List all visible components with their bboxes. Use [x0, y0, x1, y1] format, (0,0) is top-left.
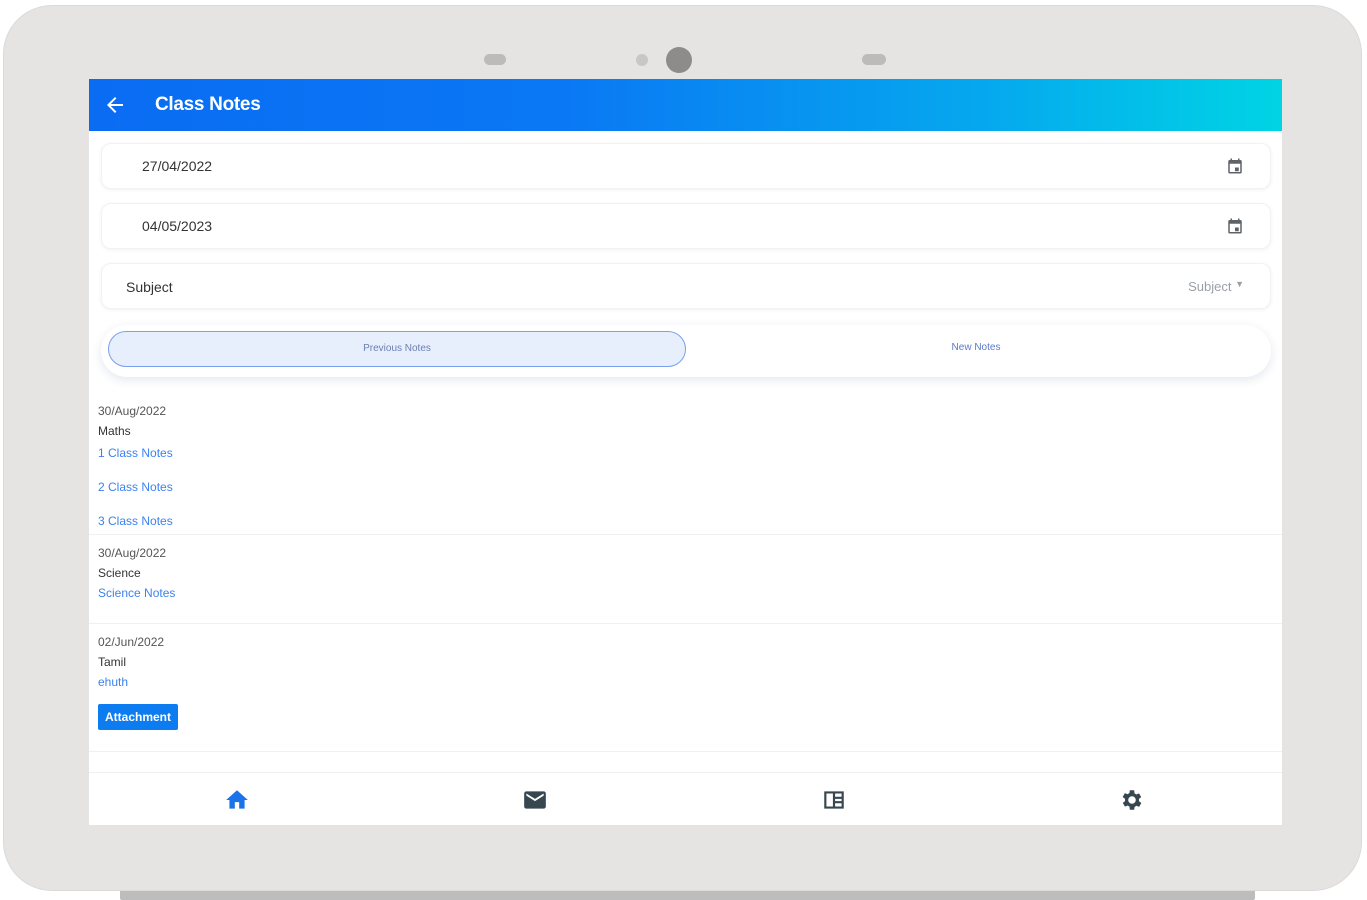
- to-date-field[interactable]: 04/05/2023: [101, 203, 1271, 249]
- subject-label: Subject: [126, 279, 173, 295]
- note-link[interactable]: 1 Class Notes: [98, 443, 1273, 463]
- light-sensor: [636, 54, 648, 66]
- gear-icon[interactable]: [1118, 787, 1146, 813]
- note-subject: Tamil: [98, 655, 127, 669]
- note-date: 02/Jun/2022: [98, 635, 165, 649]
- app-bar: Class Notes: [89, 79, 1282, 131]
- note-date: 30/Aug/2022: [98, 546, 167, 560]
- camera-lens: [666, 47, 692, 73]
- note-link[interactable]: ehuth: [98, 672, 1273, 692]
- speaker-right: [862, 54, 886, 65]
- notes-list: 30/Aug/2022 Maths 1 Class Notes 2 Class …: [89, 397, 1282, 752]
- note-link[interactable]: 3 Class Notes: [98, 511, 1273, 531]
- mail-icon[interactable]: [521, 787, 549, 813]
- bottom-nav: [89, 772, 1282, 825]
- page-title: Class Notes: [155, 94, 261, 115]
- subject-select[interactable]: Subject ▼: [1188, 279, 1244, 294]
- arrow-left-icon[interactable]: [103, 93, 127, 117]
- attachment-button[interactable]: Attachment: [98, 704, 179, 730]
- note-link[interactable]: Science Notes: [98, 583, 1273, 603]
- new-notes-tab[interactable]: New Notes: [691, 331, 1261, 365]
- from-date-value: 27/04/2022: [142, 158, 213, 174]
- dropdown-arrow-icon: ▼: [1235, 279, 1244, 289]
- note-date: 30/Aug/2022: [98, 404, 167, 418]
- news-icon[interactable]: [820, 787, 848, 813]
- note-subject: Science: [98, 566, 141, 580]
- calendar-icon[interactable]: [1226, 217, 1244, 235]
- previous-notes-tab[interactable]: Previous Notes: [108, 331, 686, 367]
- note-subject: Maths: [98, 424, 131, 438]
- subject-select-value: Subject: [1188, 279, 1232, 294]
- to-date-value: 04/05/2023: [142, 218, 213, 234]
- list-item: 30/Aug/2022 Science Science Notes: [89, 535, 1282, 624]
- home-icon[interactable]: [223, 787, 251, 813]
- list-item: 30/Aug/2022 Maths 1 Class Notes 2 Class …: [89, 397, 1282, 535]
- calendar-icon[interactable]: [1226, 157, 1244, 175]
- note-link[interactable]: 2 Class Notes: [98, 477, 1273, 497]
- list-item: 02/Jun/2022 Tamil ehuth Attachment: [89, 624, 1282, 752]
- speaker-left: [484, 54, 506, 65]
- notes-toggle: Previous Notes New Notes: [101, 325, 1271, 377]
- app-screen: Class Notes 27/04/2022 04/05/2023 Subjec…: [89, 79, 1282, 825]
- from-date-field[interactable]: 27/04/2022: [101, 143, 1271, 189]
- subject-field[interactable]: Subject Subject ▼: [101, 263, 1271, 309]
